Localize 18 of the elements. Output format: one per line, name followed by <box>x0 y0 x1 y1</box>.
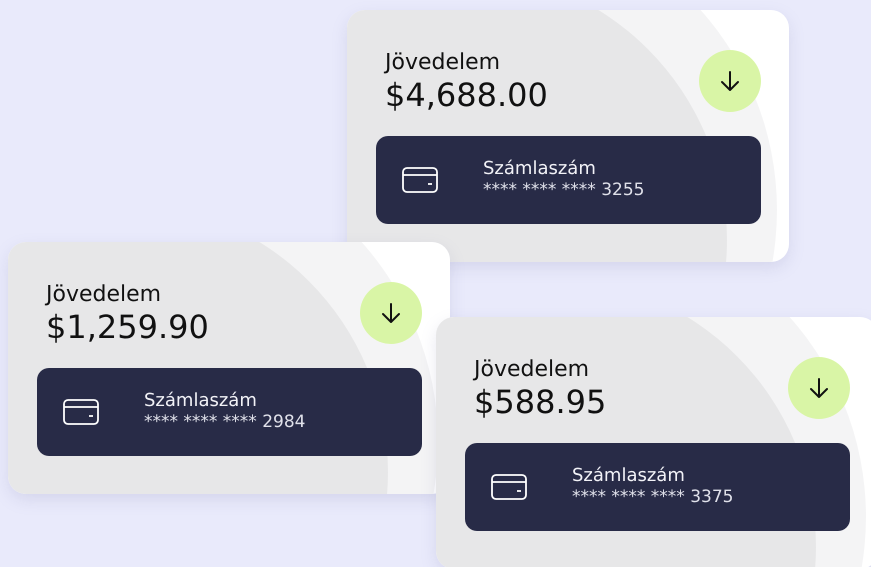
account-label: Számlaszám <box>144 390 258 412</box>
amount-value: $4,688.00 <box>385 76 548 115</box>
credit-card-icon <box>63 398 99 425</box>
down-arrow-icon <box>807 376 831 400</box>
credit-card-icon <box>491 474 527 500</box>
card-title: Jövedelem <box>474 357 590 384</box>
credit-card-icon <box>402 166 438 193</box>
amount-value: $1,259.90 <box>46 308 209 347</box>
card-title: Jövedelem <box>46 282 162 308</box>
account-number: **** **** **** 3375 <box>572 487 734 509</box>
account-label: Számlaszám <box>483 158 597 180</box>
down-arrow-icon <box>718 69 742 93</box>
down-arrow-icon <box>379 301 403 325</box>
account-number: **** **** **** 3255 <box>483 180 644 202</box>
account-label: Számlaszám <box>572 464 686 488</box>
account-number: **** **** **** 2984 <box>144 412 306 434</box>
amount-value: $588.95 <box>474 383 606 422</box>
card-title: Jövedelem <box>385 50 502 76</box>
